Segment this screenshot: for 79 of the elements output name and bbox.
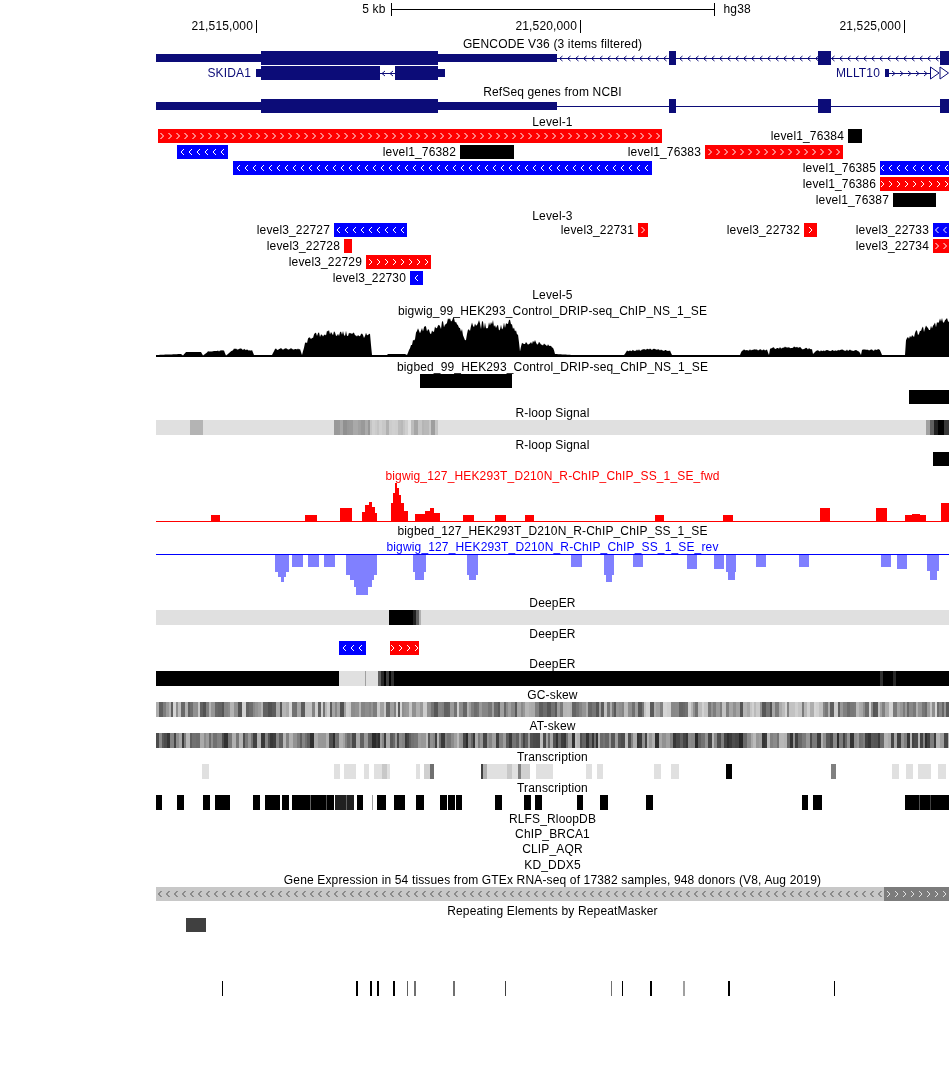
feature-bar[interactable] [390,641,419,655]
track-title: Repeating Elements by RepeatMasker [447,905,658,917]
track-title: GENCODE V36 (3 items filtered) [462,38,643,50]
feature-bar[interactable] [334,223,407,237]
gene-label: MLLT10 [835,66,880,80]
track-title: Transcription [517,751,588,763]
repeat-tick[interactable] [834,981,835,996]
repeat-tick[interactable] [356,981,358,996]
ruler-label: 21,515,000 [191,20,253,32]
feature-label: level3_22733 [855,223,929,237]
ruler-tick [256,20,257,33]
feature-label: level3_22734 [855,239,929,253]
repeat-tick[interactable] [650,981,652,996]
repeat-tick[interactable] [453,981,455,996]
repeat-tick[interactable] [414,981,416,996]
track-title: Level-1 [532,116,573,128]
track-title: bigwig_99_HEK293_Control_DRIP-seq_ChIP_NS_1_SE [397,305,708,317]
track-title: GC-skew [527,689,578,701]
track-title: ChIP_BRCA1 [515,828,590,840]
feature-label: level3_22730 [332,271,406,285]
ruler-label: 21,520,000 [515,20,577,32]
gene-model[interactable] [156,51,949,65]
track-title: R-loop Signal [515,407,590,419]
repeat-tick[interactable] [407,981,408,996]
track-title: KD_DDX5 [524,859,581,871]
ruler-label: 21,525,000 [839,20,901,32]
track-title: R-loop Signal [515,439,590,451]
gene-model[interactable] [156,99,949,113]
feature-label: level3_22729 [288,255,362,269]
repeat-tick[interactable] [611,981,612,996]
track-title: Level-5 [532,289,573,301]
feature-bar[interactable] [233,161,652,175]
feature-bar[interactable] [410,271,423,285]
assembly-label: hg38 [723,3,751,15]
gene-label: SKIDA1 [207,66,251,80]
feature-label: level1_76387 [815,193,889,207]
gene-model[interactable] [256,66,445,80]
repeat-tick[interactable] [505,981,506,996]
track-title: Gene Expression in 54 tissues from GTEx RNA-seq of 17382 samples, 948 donors (V8, Aug 2019) [283,874,822,886]
ruler-tick [904,20,905,33]
feature-bar[interactable] [177,145,228,159]
repeat-block[interactable] [186,918,206,932]
track-title: DeepER [529,628,576,640]
feature-label: level3_22732 [726,223,800,237]
track-title: AT-skew [529,720,576,732]
ruler-tick [580,20,581,33]
gene-model[interactable] [885,66,949,80]
track-title: bigwig_127_HEK293T_D210N_R-ChIP_ChIP_SS_1_SE_fwd [385,470,720,482]
repeat-tick[interactable] [222,981,223,996]
track-title: bigbed_99_HEK293_Control_DRIP-seq_ChIP_NS_1_SE [396,361,709,373]
feature-label: level3_22728 [266,239,340,253]
feature-bar[interactable] [804,223,817,237]
repeat-tick[interactable] [683,981,685,996]
track-title: bigbed_127_HEK293T_D210N_R-ChIP_ChIP_SS_1_SE [397,525,708,537]
feature-bar[interactable] [366,255,431,269]
track-title: RLFS_RloopDB [508,813,597,825]
track-title: DeepER [529,658,576,670]
track-title: DeepER [529,597,576,609]
repeat-tick[interactable] [370,981,372,996]
feature-bar[interactable] [339,641,366,655]
feature-label: level1_76382 [382,145,456,159]
feature-label: level1_76385 [802,161,876,175]
scale-length-label: 5 kb [362,3,386,15]
repeat-tick[interactable] [377,981,379,996]
repeat-tick[interactable] [393,981,395,996]
feature-label: level3_22731 [560,223,634,237]
track-title: CLIP_AQR [522,843,583,855]
track-title: Transcription [517,782,588,794]
feature-bar[interactable] [880,161,949,175]
feature-label: level1_76383 [627,145,701,159]
repeat-tick[interactable] [622,981,623,996]
track-title: bigwig_127_HEK293T_D210N_R-ChIP_ChIP_SS_1_SE_rev [386,541,719,553]
feature-label: level1_76386 [802,177,876,191]
feature-bar[interactable] [880,177,949,191]
feature-label: level3_22727 [256,223,330,237]
track-title: RefSeq genes from NCBI [483,86,622,98]
repeat-tick[interactable] [728,981,730,996]
track-title: Level-3 [532,210,573,222]
feature-label: level1_76384 [770,129,844,143]
